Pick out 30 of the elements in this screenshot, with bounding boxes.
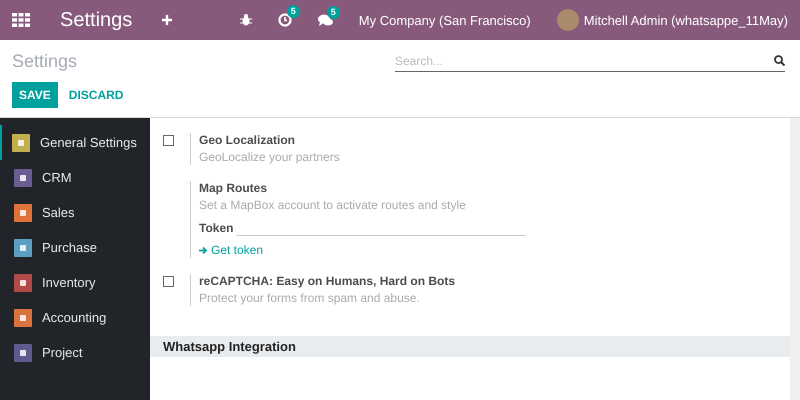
activity-count-badge: 5 — [286, 5, 300, 18]
sidebar-item[interactable]: Sales — [0, 195, 150, 230]
sidebar-item[interactable]: Accounting — [0, 300, 150, 335]
sidebar-item[interactable]: CRM — [0, 160, 150, 195]
company-switcher[interactable]: My Company (San Francisco) — [358, 12, 531, 28]
checkbox[interactable] — [163, 276, 174, 286]
checkbox[interactable] — [163, 135, 174, 146]
search-icon[interactable] — [774, 55, 785, 66]
app-title: Settings — [60, 8, 132, 32]
sidebar-item[interactable]: Project — [0, 335, 150, 370]
apps-menu-icon[interactable] — [12, 13, 30, 27]
user-menu[interactable]: Mitchell Admin (whatsappe_11May) — [584, 12, 788, 28]
field-label: Token — [199, 221, 234, 236]
setting-description: Set a MapBox account to activate routes and style — [199, 198, 467, 213]
section-header: Whatsapp Integration — [150, 336, 790, 356]
setting-description: GeoLocalize your partners — [199, 150, 340, 165]
setting-title: Map Routes — [199, 181, 268, 196]
plus-icon[interactable] — [162, 15, 172, 25]
setting-description: Protect your forms from spam and abuse. — [199, 290, 421, 306]
sidebar-item[interactable]: Inventory — [0, 265, 150, 300]
setting-title: reCAPTCHA: Easy on Humans, Hard on Bots — [199, 274, 456, 288]
bug-icon[interactable] — [240, 14, 252, 26]
search-field[interactable]: Search... — [395, 54, 774, 68]
sidebar-item[interactable]: Purchase — [0, 230, 150, 265]
sidebar-item[interactable]: General Settings — [0, 125, 150, 160]
breadcrumb: Settings — [12, 50, 78, 72]
setting-title: Geo Localization — [199, 133, 296, 148]
clock-icon[interactable] — [278, 13, 292, 27]
message-count-badge: 5 — [326, 6, 340, 18]
arrow-icon — [199, 246, 208, 254]
